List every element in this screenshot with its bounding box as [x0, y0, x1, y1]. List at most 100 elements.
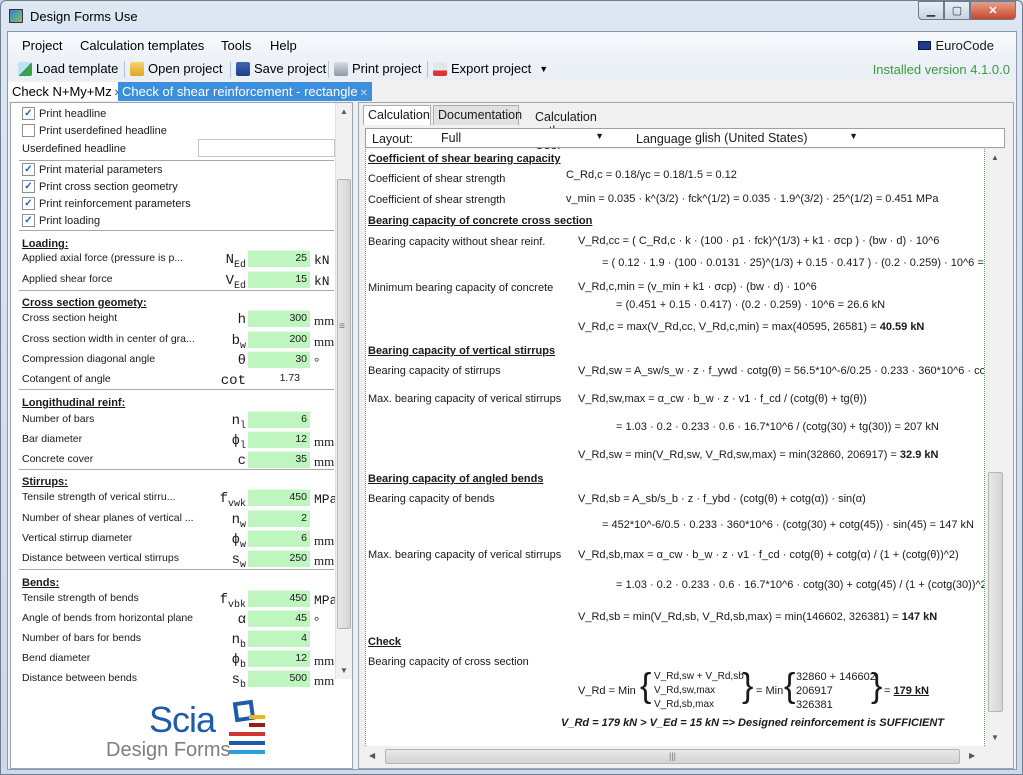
param-input[interactable]: 6 [248, 530, 310, 547]
vertical-scrollbar[interactable]: ▲ ▼ [987, 149, 1004, 746]
param-label: Tensile strength of verical stirru... [22, 491, 176, 503]
param-input[interactable]: 25 [248, 250, 310, 267]
formula-vrdc: V_Rd,c = max(V_Rd,cc, V_Rd,c,min) = max(… [578, 321, 925, 333]
param-input[interactable]: 450 [248, 489, 310, 506]
scrollbar-thumb[interactable] [988, 472, 1003, 712]
param-input[interactable]: 30 [248, 351, 310, 368]
param-input[interactable]: 15 [248, 271, 310, 288]
logo-stripe [229, 741, 265, 745]
formula-vrdcc: V_Rd,cc = ( C_Rd,c · k · (100 · ρ1 · fck… [578, 235, 940, 247]
formula-vrdsb-min: V_Rd,sb = min(V_Rd,sb, V_Rd,sb,max) = mi… [578, 611, 938, 623]
param-label: Number of shear planes of vertical ... [22, 512, 194, 524]
calculation-document: Coefficient of shear bearing capacity Co… [365, 149, 985, 746]
param-symbol: α [237, 612, 246, 628]
layout-select[interactable]: Full ▼ [438, 130, 608, 146]
param-input[interactable]: 6 [248, 411, 310, 428]
param-input[interactable]: 12 [248, 431, 310, 448]
checkbox-unchecked[interactable] [22, 124, 35, 137]
scrollbar-thumb[interactable]: ||| [385, 749, 960, 764]
tab-documentation[interactable]: Documentation [433, 105, 522, 125]
dropdown-arrow-icon[interactable]: ▼ [539, 64, 548, 74]
param-input[interactable]: 45 [248, 610, 310, 627]
calc-label: Bearing capacity without shear reinf. [368, 236, 546, 248]
print-reinforcement-option[interactable]: ✓ Print reinforcement parameters [22, 197, 191, 210]
language-label: Language: [636, 132, 696, 146]
output-options-bar: Layout: Full ▼ Language: glish (United St… [365, 128, 1005, 148]
param-input[interactable]: 250 [248, 550, 310, 567]
userdefined-headline-input[interactable] [198, 139, 335, 157]
heading-bends: Bearing capacity of angled bends [368, 473, 544, 485]
tab-label: Check of shear reinforcement - rectangle [122, 84, 358, 99]
tab-check-shear-reinforcement[interactable]: Check of shear reinforcement - rectangle… [118, 82, 372, 101]
formula-vmin: v_min = 0.035 · k^(3/2) · fck^(1/2) = 0.… [566, 193, 939, 205]
load-template-button[interactable]: Load template [18, 61, 118, 76]
scroll-left-icon[interactable]: ◀ [369, 751, 375, 760]
menu-tools[interactable]: Tools [221, 38, 251, 53]
scroll-up-icon[interactable]: ▲ [991, 153, 999, 162]
brace-close: } [742, 667, 754, 705]
folder-open-icon [130, 61, 144, 76]
minimize-button[interactable]: ▁ [918, 1, 944, 20]
scroll-right-icon[interactable]: ▶ [969, 751, 975, 760]
calc-label: Bearing capacity of stirrups [368, 365, 501, 377]
param-input[interactable]: 200 [248, 331, 310, 348]
print-material-option[interactable]: ✓ Print material parameters [22, 163, 163, 176]
check-conclusion: V_Rd = 179 kN > V_Ed = 15 kN => Designed… [561, 717, 945, 729]
check-lhs: V_Rd = Min [578, 685, 636, 697]
open-project-button[interactable]: Open project [130, 61, 222, 76]
checkbox-checked[interactable]: ✓ [22, 163, 35, 176]
close-tab-icon[interactable]: ✕ [360, 88, 368, 99]
print-headline-option[interactable]: ✓ Print headline [22, 107, 106, 120]
print-loading-option[interactable]: ✓ Print loading [22, 214, 100, 227]
toolbar-separator [124, 61, 125, 78]
param-input[interactable]: 300 [248, 310, 310, 327]
param-readonly-value: 1.73 [279, 372, 300, 384]
param-row-cot: Cotangent of angle cot 1.73 [22, 371, 337, 389]
maximize-button[interactable]: ▢ [944, 1, 970, 20]
heading-coefficient: Coefficient of shear bearing capacity [368, 153, 561, 165]
code-label: EuroCode [935, 38, 994, 53]
checkbox-checked[interactable]: ✓ [22, 107, 35, 120]
export-project-button[interactable]: Export project ▼ [433, 61, 548, 76]
print-userdefined-headline-option[interactable]: Print userdefined headline [22, 124, 167, 137]
param-symbol: nb [231, 632, 246, 651]
menu-help[interactable]: Help [270, 38, 297, 53]
horizontal-scrollbar[interactable]: ◀ ||| ▶ [365, 748, 985, 765]
vertical-scrollbar[interactable]: ▲ ≡ ▼ [335, 103, 352, 679]
param-symbol: nl [231, 413, 246, 432]
option-label: Print headline [39, 107, 107, 120]
param-symbol: fvwk [219, 491, 246, 510]
close-button[interactable]: ✕ [970, 1, 1016, 20]
tab-calculation[interactable]: Calculation [363, 105, 431, 125]
param-input[interactable]: 35 [248, 451, 310, 468]
param-input[interactable]: 12 [248, 650, 310, 667]
param-input[interactable]: 4 [248, 630, 310, 647]
param-label: Bar diameter [22, 433, 83, 445]
menu-project[interactable]: Project [22, 38, 62, 53]
scroll-down-icon[interactable]: ▼ [991, 733, 999, 742]
print-project-button[interactable]: Print project [334, 61, 421, 76]
scrollbar-thumb[interactable] [337, 179, 351, 629]
formula-vrdsb: V_Rd,sb = A_sb/s_b · z · f_ybd · (cotg(θ… [578, 493, 866, 505]
print-geometry-option[interactable]: ✓ Print cross section geometry [22, 180, 178, 193]
param-input[interactable]: 500 [248, 670, 310, 687]
app-icon [9, 9, 23, 23]
checkbox-checked[interactable]: ✓ [22, 180, 35, 193]
save-project-button[interactable]: Save project [236, 61, 326, 76]
param-symbol: h [237, 312, 246, 328]
param-label: Angle of bends from horizontal plane [22, 612, 194, 624]
checkbox-checked[interactable]: ✓ [22, 214, 35, 227]
menu-calculation-templates[interactable]: Calculation templates [80, 38, 204, 53]
param-symbol: ϕb [231, 652, 246, 671]
param-label: Tensile strength of bends [22, 592, 139, 604]
checkbox-checked[interactable]: ✓ [22, 197, 35, 210]
param-input[interactable]: 450 [248, 590, 310, 607]
tab-check-n-my-mz[interactable]: Check N+My+Mz✕ [8, 82, 127, 101]
param-symbol: θ [237, 353, 246, 369]
language-select[interactable]: glish (United States) ▼ [692, 130, 862, 146]
scroll-up-icon[interactable]: ▲ [340, 107, 348, 116]
scroll-down-icon[interactable]: ▼ [340, 666, 348, 675]
param-input[interactable]: 2 [248, 510, 310, 527]
param-row-phil: Bar diameter ϕl 12 mm [22, 431, 337, 452]
param-row-sb: Distance between bends sb 500 mm [22, 670, 337, 691]
